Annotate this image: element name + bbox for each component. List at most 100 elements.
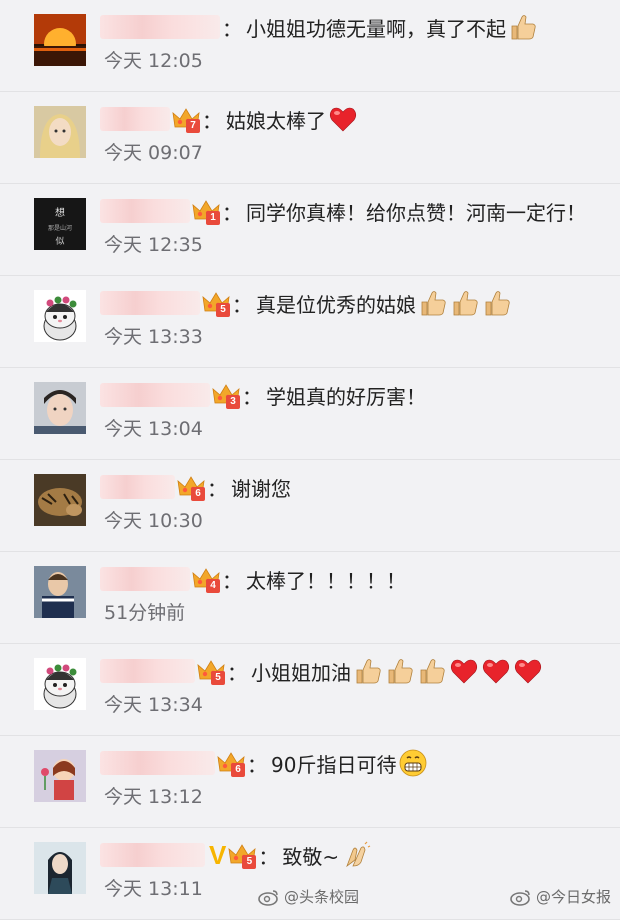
fan-level-number: 7: [186, 119, 200, 133]
comment-text: 90斤指日可待: [271, 752, 397, 777]
comment-item[interactable]: 5：真是位优秀的姑娘今天 13:33: [0, 276, 620, 368]
tiger-avatar[interactable]: [34, 474, 86, 526]
fan-level-badge: 5: [197, 657, 225, 685]
comment-timestamp: 51分钟前: [104, 602, 186, 624]
thumbs-emoji-icon: [353, 656, 383, 686]
watermark-right: @今日女报: [510, 886, 611, 907]
fan-level-badge: 4: [192, 565, 220, 593]
fan-level-badge: 1: [192, 197, 220, 225]
comment-item[interactable]: 想那是山河似 1：同学你真棒！给你点赞！河南一定行！ 今天 12:35: [0, 184, 620, 276]
heart-emoji-icon: [481, 656, 511, 686]
colon-separator: ：: [258, 844, 279, 869]
watermark-left: @头条校园: [258, 886, 359, 907]
watermark-left-text: @头条校园: [284, 888, 360, 906]
username-blurred[interactable]: [100, 567, 190, 591]
thumbs-emoji-icon: [385, 656, 415, 686]
username-blurred[interactable]: [100, 843, 205, 867]
comment-item[interactable]: 3：学姐真的好厉害！ 今天 13:04: [0, 368, 620, 460]
svg-text:那是山河: 那是山河: [48, 224, 72, 232]
svg-text:似: 似: [55, 236, 64, 247]
colon-separator: ：: [207, 476, 227, 501]
username-blurred[interactable]: [100, 15, 220, 39]
comment-text: 同学你真棒！给你点赞！河南一定行！: [246, 200, 586, 225]
fan-level-badge: 3: [212, 381, 240, 409]
pray-emoji-icon: [341, 840, 371, 870]
comment-text: 学姐真的好厉害！: [266, 384, 426, 409]
heart-emoji-icon: [449, 656, 479, 686]
colon-separator: ：: [242, 384, 262, 409]
comment-item[interactable]: 6：谢谢您今天 10:30: [0, 460, 620, 552]
colon-separator: ：: [222, 200, 242, 225]
fan-level-number: 5: [242, 855, 257, 869]
comment-text: 谢谢您: [231, 476, 291, 501]
comment-text: 真是位优秀的姑娘: [256, 292, 416, 317]
cartoon-girl-avatar[interactable]: [34, 750, 86, 802]
cat-flower-avatar[interactable]: [34, 290, 86, 342]
sunset-avatar[interactable]: [34, 14, 86, 66]
fan-level-number: 1: [206, 211, 220, 225]
username-blurred[interactable]: [100, 107, 170, 131]
cat-flower-avatar[interactable]: [34, 658, 86, 710]
dark-calligraphy-avatar[interactable]: 想那是山河似: [34, 198, 86, 250]
thumbs-emoji-icon: [450, 288, 480, 318]
username-blurred[interactable]: [100, 199, 190, 223]
comment-text: 小姐姐加油: [251, 660, 351, 685]
fan-level-badge: 5: [228, 841, 257, 869]
fan-level-number: 6: [231, 763, 245, 777]
soccer-player-avatar[interactable]: [34, 566, 86, 618]
thumbs-emoji-icon: [418, 288, 448, 318]
young-man-avatar[interactable]: [34, 382, 86, 434]
colon-separator: ：: [202, 108, 222, 133]
fan-level-badge: 5: [202, 289, 230, 317]
colon-separator: ：: [222, 568, 242, 593]
comment-timestamp: 今天 13:33: [104, 326, 203, 348]
fan-level-number: 5: [216, 303, 230, 317]
comment-timestamp: 今天 13:34: [104, 694, 203, 716]
weibo-logo-icon: [258, 889, 278, 906]
username-blurred[interactable]: [100, 751, 215, 775]
fan-level-number: 4: [206, 579, 220, 593]
username-blurred[interactable]: [100, 659, 195, 683]
fan-level-number: 3: [226, 395, 240, 409]
colon-separator: ：: [222, 16, 242, 41]
svg-text:想: 想: [55, 206, 65, 219]
comment-text: 致敬~: [282, 844, 340, 869]
heart-emoji-icon: [513, 656, 543, 686]
comment-timestamp: 今天 13:04: [104, 418, 203, 440]
comment-item[interactable]: 4：太棒了！！！！！ 51分钟前: [0, 552, 620, 644]
username-blurred[interactable]: [100, 475, 175, 499]
vip-badge: V: [209, 839, 227, 870]
comment-text: 小姐姐功德无量啊，真了不起: [246, 16, 506, 41]
comment-text: 太棒了！！！！！: [246, 568, 406, 593]
grin-emoji-icon: [398, 748, 428, 778]
comment-timestamp: 今天 12:35: [104, 234, 203, 256]
comment-item[interactable]: 7：姑娘太棒了今天 09:07: [0, 92, 620, 184]
comment-item[interactable]: ：小姐姐功德无量啊，真了不起今天 12:05: [0, 0, 620, 92]
fan-level-number: 5: [211, 671, 225, 685]
thumbs-emoji-icon: [482, 288, 512, 318]
comment-timestamp: 今天 10:30: [104, 510, 203, 532]
colon-separator: ：: [232, 292, 252, 317]
colon-separator: ：: [227, 660, 247, 685]
username-blurred[interactable]: [100, 291, 200, 315]
heart-emoji-icon: [328, 104, 358, 134]
fan-level-badge: 6: [217, 749, 245, 777]
comment-text: 姑娘太棒了: [226, 108, 326, 133]
fan-level-badge: 6: [177, 473, 205, 501]
username-blurred[interactable]: [100, 383, 210, 407]
thumbs-emoji-icon: [508, 12, 538, 42]
watermark-right-text: @今日女报: [536, 888, 612, 906]
comment-timestamp: 今天 13:12: [104, 786, 203, 808]
anime-girl-avatar[interactable]: [34, 106, 86, 158]
weibo-logo-icon: [510, 889, 530, 906]
colon-separator: ：: [247, 752, 267, 777]
comment-timestamp: 今天 12:05: [104, 50, 203, 72]
comment-item[interactable]: 6： 90斤指日可待今天 13:12: [0, 736, 620, 828]
comment-timestamp: 今天 09:07: [104, 142, 203, 164]
warrior-avatar[interactable]: [34, 842, 86, 894]
thumbs-emoji-icon: [417, 656, 447, 686]
fan-level-badge: 7: [172, 105, 200, 133]
comment-timestamp: 今天 13:11: [104, 878, 203, 900]
comment-item[interactable]: 5：小姐姐加油今天 13:34: [0, 644, 620, 736]
fan-level-number: 6: [191, 487, 205, 501]
